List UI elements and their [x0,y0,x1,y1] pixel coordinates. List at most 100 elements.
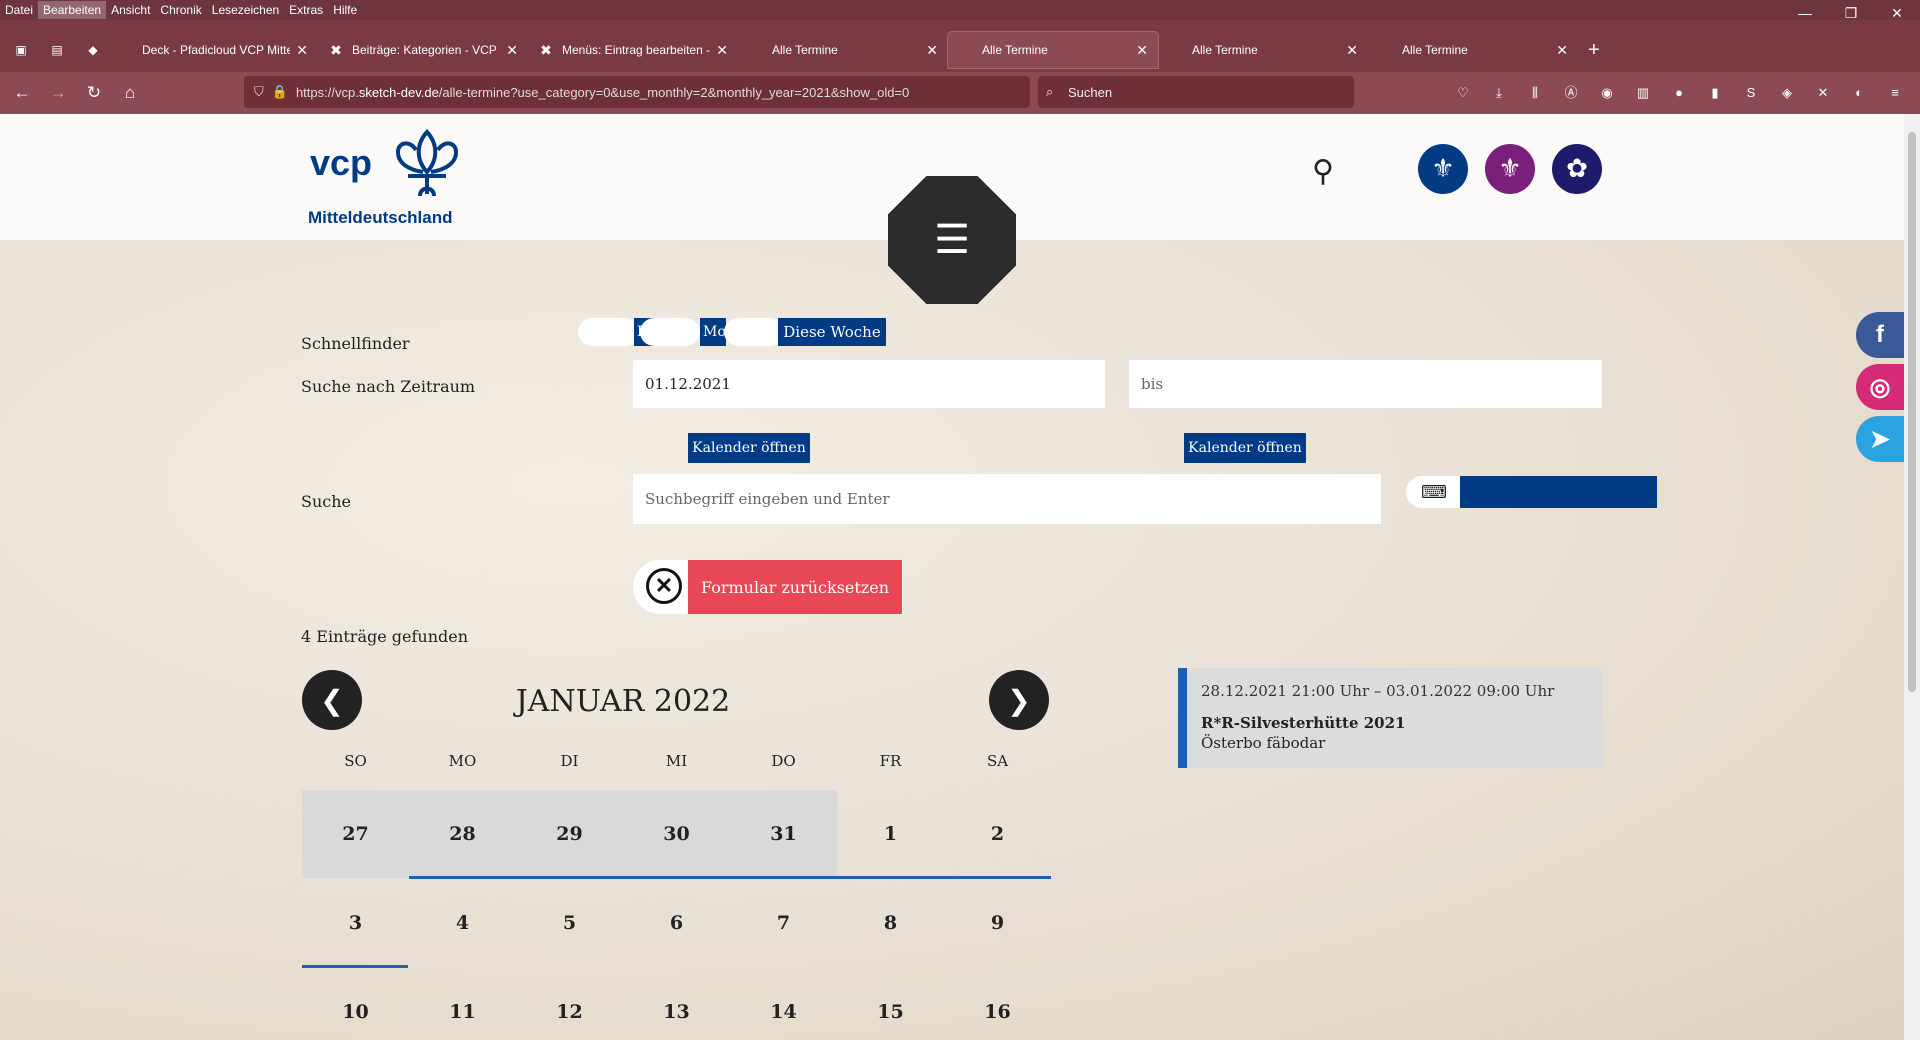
library-icon[interactable]: ⫼ [1526,84,1544,102]
close-tab-icon[interactable]: ✕ [716,42,728,59]
calendar-day[interactable]: 4 [409,879,516,967]
pinned-tab-2[interactable]: ▤ [42,35,72,65]
calendar-day[interactable]: 9 [944,879,1051,967]
lock-icon: 🔒 [271,84,288,99]
page-scrollbar[interactable] [1904,114,1920,1040]
quick-monat-button[interactable]: Mo [700,318,726,346]
pocket-icon[interactable]: ♡ [1454,84,1472,102]
menu-ansicht[interactable]: Ansicht [106,1,155,19]
close-tab-icon[interactable]: ✕ [1346,42,1358,59]
calendar-day[interactable]: 8 [837,879,944,967]
calendar-day[interactable]: 27 [302,790,409,878]
date-from-input[interactable]: 01.12.2021 [633,360,1105,408]
tab-menues[interactable]: ✖ Menüs: Eintrag bearbeiten - VCP ✕ [528,32,738,68]
url-bar[interactable]: ⛉ 🔒 https://vcp. sketch-dev.de/alle-termi… [244,76,1030,108]
extension-ublock-icon[interactable]: ◈ [1778,84,1796,102]
calendar-day[interactable]: 6 [623,879,730,967]
close-tab-icon[interactable]: ✕ [1556,42,1568,59]
quick-woche-button[interactable]: Diese Woche [778,318,886,346]
badge-vcp-icon[interactable]: ⚜ [1418,144,1468,194]
close-tab-icon[interactable]: ✕ [506,42,518,59]
keyboard-icon[interactable]: ⌨ [1406,476,1462,508]
calendar-day[interactable]: 28 [409,790,516,878]
menu-extras[interactable]: Extras [284,1,328,19]
forward-icon[interactable]: → [40,83,76,103]
search-submit-button[interactable] [1460,476,1657,508]
site-search-icon[interactable]: ⚲ [1312,154,1334,189]
fleur-de-lis-logo-icon[interactable] [390,126,464,204]
home-icon[interactable]: ⌂ [112,83,148,103]
close-window-icon[interactable]: ✕ [1874,0,1920,26]
instagram-icon[interactable]: ◎ [1856,364,1904,410]
tab-label: Menüs: Eintrag bearbeiten - VCP [562,43,711,57]
close-tab-icon[interactable]: ✕ [926,42,938,59]
tab-alle-termine-3[interactable]: Alle Termine ✕ [1158,32,1368,68]
calendar-open-to-button[interactable]: Kalender öffnen [1184,433,1306,463]
event-card[interactable]: 28.12.2021 21:00 Uhr – 03.01.2022 09:00 … [1178,668,1602,768]
menu-datei[interactable]: Datei [0,1,38,19]
date-to-input[interactable]: bis [1129,360,1602,408]
restore-icon[interactable]: ❐ [1828,0,1874,26]
weekday-header: SO [344,752,367,770]
menu-lesezeichen[interactable]: Lesezeichen [207,1,284,19]
calendar-day[interactable]: 16 [944,968,1051,1040]
calendar-day[interactable]: 2 [944,790,1051,878]
telegram-icon[interactable]: ➤ [1856,416,1904,462]
close-tab-icon[interactable]: ✕ [296,42,308,59]
extension-dots-icon[interactable]: ● [1670,84,1688,102]
menu-chronik[interactable]: Chronik [155,1,206,19]
badge-wagggs-icon[interactable]: ✿ [1552,144,1602,194]
reset-icon[interactable]: ✕ [646,568,682,604]
tab-alle-termine-4[interactable]: Alle Termine ✕ [1368,32,1578,68]
minimize-icon[interactable]: — [1782,0,1828,26]
back-icon[interactable]: ← [4,83,40,103]
extension-bars-icon[interactable]: ▥ [1634,84,1652,102]
menu-hilfe[interactable]: Hilfe [328,1,362,19]
calendar-day[interactable]: 5 [516,879,623,967]
weekday-header: DI [560,752,579,770]
calendar-day[interactable]: 31 [730,790,837,878]
extension-badge-icon[interactable]: ◐ [1850,84,1868,102]
calendar-next-button[interactable]: ❯ [989,670,1049,730]
facebook-icon[interactable]: f [1856,312,1904,358]
calendar-day[interactable]: 15 [837,968,944,1040]
badge-wosm-icon[interactable]: ⚜ [1485,144,1535,194]
close-tab-icon[interactable]: ✕ [1136,42,1148,59]
calendar-day[interactable]: 7 [730,879,837,967]
calendar-day[interactable]: 3 [302,879,409,967]
extension-a-icon[interactable]: Ⓐ [1562,84,1580,102]
scrollbar-thumb[interactable] [1908,132,1916,692]
extension-chrome-icon[interactable]: ◉ [1598,84,1616,102]
calendar-day[interactable]: 11 [409,968,516,1040]
search-input[interactable]: Suchbegriff eingeben und Enter [633,474,1381,524]
extension-red-icon[interactable]: ▮ [1706,84,1724,102]
pinned-tab-3[interactable]: ◆ [78,35,108,65]
site-logo-text[interactable]: vcp [310,142,372,184]
calendar-day[interactable]: 14 [730,968,837,1040]
extension-x-icon[interactable]: ✕ [1814,84,1832,102]
weekday-header: MO [448,752,477,770]
menu-bearbeiten[interactable]: Bearbeiten [38,1,107,19]
tab-alle-termine-2[interactable]: Alle Termine ✕ [948,32,1158,68]
reset-form-button[interactable]: Formular zurücksetzen [688,560,902,614]
tab-beitraege[interactable]: ✖ Beiträge: Kategorien - VCP Mitte ✕ [318,32,528,68]
pinned-tab-1[interactable]: ▣ [6,35,36,65]
download-icon[interactable]: ⤓ [1490,84,1508,102]
new-tab-icon[interactable]: + [1588,39,1600,62]
tab-alle-termine-1[interactable]: Alle Termine ✕ [738,32,948,68]
reload-icon[interactable]: ↻ [76,83,112,103]
calendar-day[interactable]: 29 [516,790,623,878]
quick-woche-label: Diese Woche [783,323,881,341]
browser-search[interactable]: ⌕ Suchen [1038,76,1354,108]
calendar-day[interactable]: 12 [516,968,623,1040]
calendar-prev-button[interactable]: ❮ [302,670,362,730]
calendar-day[interactable]: 30 [623,790,730,878]
calendar-day[interactable]: 10 [302,968,409,1040]
calendar-day[interactable]: 1 [837,790,944,878]
main-menu-button[interactable]: ☰ [888,176,1016,304]
tab-deck[interactable]: Deck - Pfadicloud VCP Mitteldeu ✕ [108,32,318,68]
calendar-day[interactable]: 13 [623,968,730,1040]
extension-s-icon[interactable]: S [1742,84,1760,102]
calendar-open-from-button[interactable]: Kalender öffnen [688,433,810,463]
menu-hamburger-icon[interactable]: ≡ [1886,84,1904,102]
